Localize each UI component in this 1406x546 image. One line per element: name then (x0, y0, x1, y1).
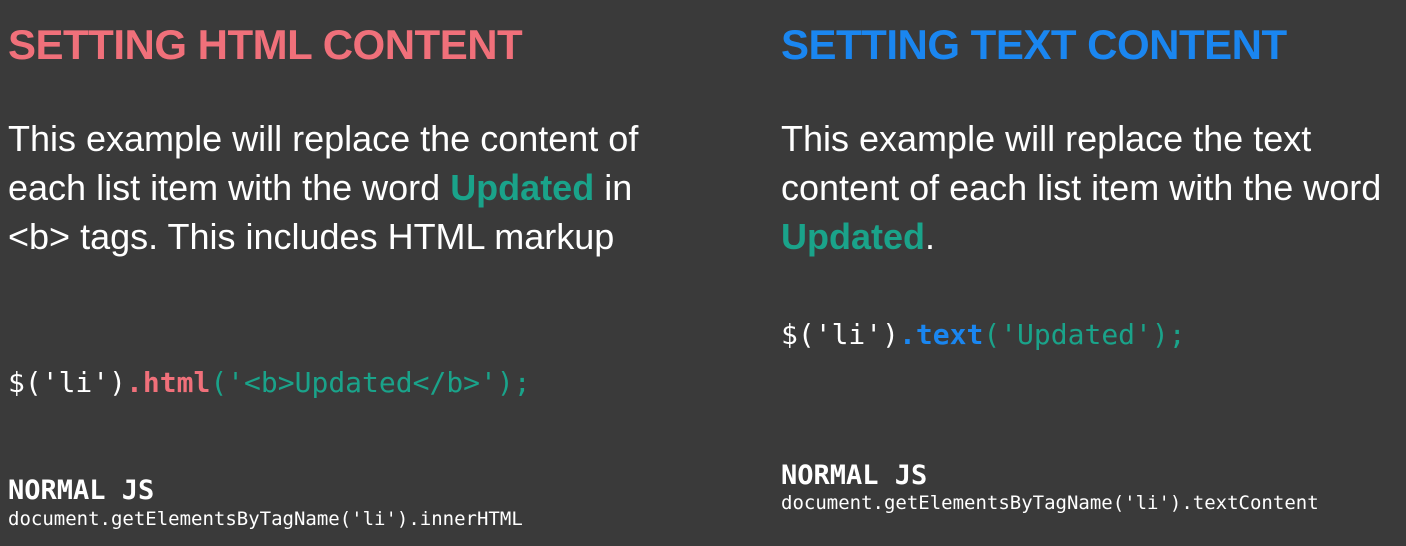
description-highlight: Updated (450, 167, 595, 208)
normal-js-code: document.getElementsByTagName('li').text… (781, 492, 1319, 514)
description-text: This example will replace the text conte… (781, 118, 1382, 208)
description-highlight: Updated (781, 216, 925, 257)
code-selector: $('li') (781, 318, 900, 351)
description-text-end: . (925, 216, 936, 257)
normal-js-code: document.getElementsByTagName('li').inne… (8, 508, 523, 530)
html-content-description: This example will replace the content of… (8, 114, 648, 261)
code-arguments: ('<b>Updated</b>'); (210, 366, 531, 399)
text-content-heading: SETTING TEXT CONTENT (781, 21, 1287, 68)
normal-js-title: NORMAL JS (781, 460, 928, 491)
code-arguments: ('Updated'); (983, 318, 1186, 351)
text-content-description: This example will replace the text conte… (781, 114, 1401, 261)
jquery-html-code: $('li').html('<b>Updated</b>'); (8, 369, 531, 397)
html-content-heading: SETTING HTML CONTENT (8, 21, 523, 68)
jquery-text-code: $('li').text('Updated'); (781, 321, 1186, 349)
code-method: .text (899, 318, 984, 351)
normal-js-title: NORMAL JS (8, 475, 155, 506)
code-method: .html (126, 366, 211, 399)
code-selector: $('li') (8, 366, 127, 399)
